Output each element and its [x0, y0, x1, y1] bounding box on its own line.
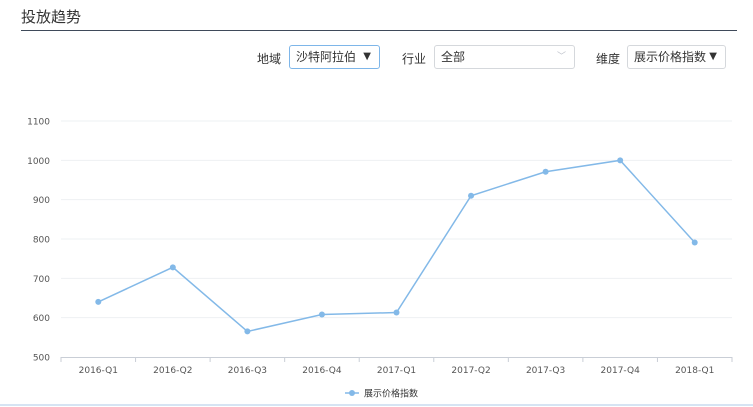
x-tick-label: 2017-Q4	[601, 366, 641, 376]
series-line	[97, 159, 696, 333]
panel-bottom-border	[0, 404, 753, 406]
y-tick-label: 1100	[27, 118, 50, 128]
y-tick-label: 600	[33, 314, 50, 324]
data-point	[393, 309, 400, 316]
data-point	[691, 239, 698, 246]
x-tick-label: 2016-Q4	[302, 366, 342, 376]
data-point	[244, 328, 251, 335]
caret-down-icon: ▼	[363, 51, 371, 62]
region-label: 地域	[257, 52, 282, 66]
dimension-select[interactable]: 展示价格指数 ▼	[627, 45, 726, 69]
x-tick-label: 2017-Q1	[377, 366, 416, 376]
chevron-down-icon: ﹀	[556, 52, 566, 62]
grid-layer	[61, 120, 732, 319]
industry-label: 行业	[402, 52, 427, 66]
dimension-select-value: 展示价格指数	[634, 50, 707, 64]
industry-select[interactable]: 全部 ﹀	[434, 45, 575, 69]
y-tick-label: 500	[33, 354, 50, 364]
y-tick-label: 1000	[27, 157, 50, 167]
legend-label: 展示价格指数	[364, 388, 418, 400]
dimension-label: 维度	[596, 52, 621, 66]
title-divider	[21, 30, 737, 31]
x-tick-label: 2016-Q1	[79, 366, 118, 376]
data-point	[169, 264, 176, 271]
data-point	[617, 157, 624, 164]
legend-layer: 展示价格指数	[345, 388, 418, 400]
x-tick-label: 2016-Q2	[153, 366, 192, 376]
region-select[interactable]: 沙特阿拉伯 ▼	[289, 45, 380, 69]
y-tick-label: 700	[33, 275, 50, 285]
data-point	[318, 311, 325, 318]
panel-title: 投放趋势	[21, 8, 82, 26]
data-point	[468, 192, 475, 199]
x-tick-label: 2016-Q3	[228, 366, 267, 376]
series-layer	[95, 157, 698, 335]
region-select-value: 沙特阿拉伯	[296, 50, 357, 64]
y-tick-label: 800	[33, 236, 50, 246]
legend-marker	[349, 390, 355, 396]
x-tick-label: 2017-Q3	[526, 366, 565, 376]
trend-line-chart: 500 600 700 800 900 1000 1100 2016-Q1 2016-Q2 201…	[27, 118, 733, 400]
axis-layer: 500 600 700 800 900 1000 1100 2016-Q1 2016-Q2 201…	[27, 118, 733, 376]
y-tick-label: 900	[33, 196, 50, 206]
caret-down-icon: ▼	[709, 51, 717, 62]
industry-select-value: 全部	[441, 50, 466, 64]
data-point	[542, 168, 549, 175]
data-point	[95, 298, 102, 305]
filter-bar: 地域 沙特阿拉伯 ▼ 行业 全部 ﹀ 维度 展示价格指数 ▼	[0, 45, 753, 71]
x-tick-label: 2018-Q1	[675, 366, 714, 376]
x-tick-label: 2017-Q2	[451, 366, 490, 376]
